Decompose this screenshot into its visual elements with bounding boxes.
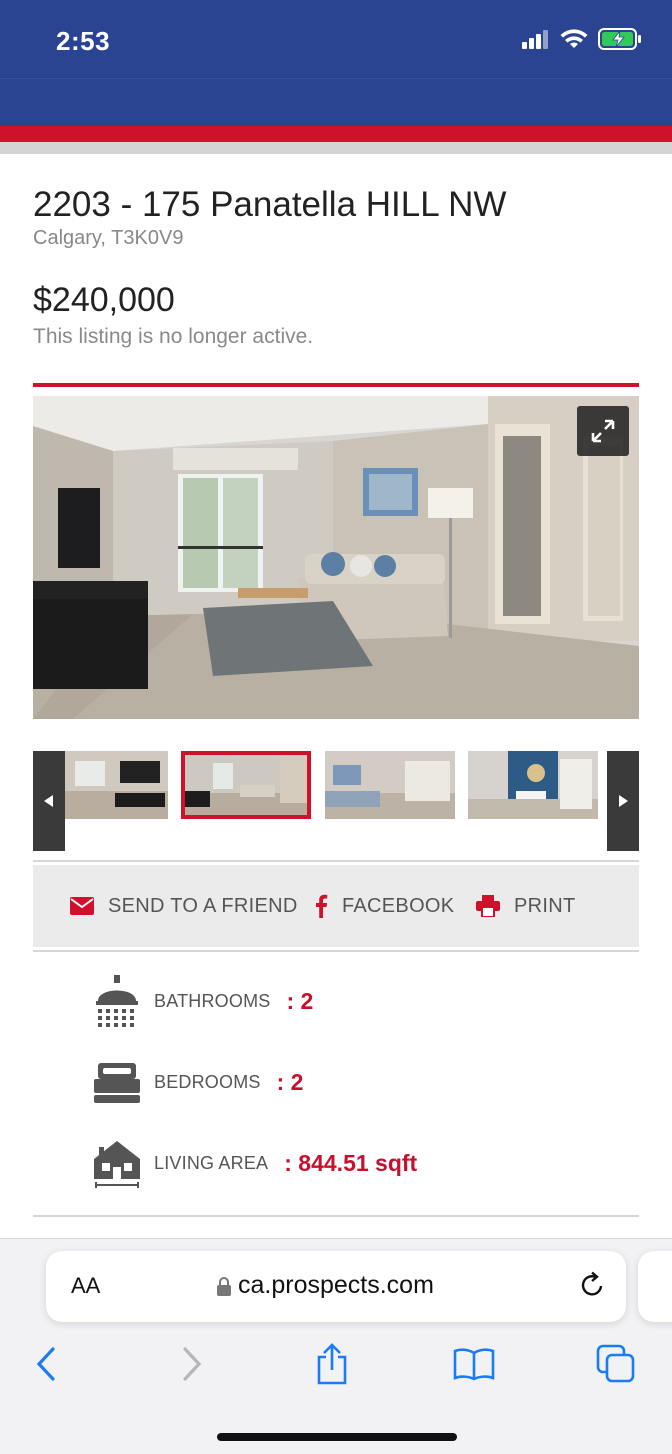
feature-value: : 2 [276,1068,304,1095]
lock-icon [217,1276,231,1296]
status-icons [522,28,642,50]
feature-bathrooms: BATHROOMS : 2 [92,971,313,1031]
tabs-button[interactable] [594,1342,638,1386]
thumbnail-4[interactable] [468,751,598,819]
chevron-right-icon [183,1347,202,1381]
thumbnails-prev-button[interactable] [33,751,65,851]
back-button[interactable] [24,1342,68,1386]
send-to-friend-label: SEND TO A FRIEND [108,894,298,917]
facebook-label: FACEBOOK [342,894,455,917]
wifi-icon [560,29,588,48]
print-button[interactable]: PRINT [476,865,576,947]
cellular-signal-icon [522,30,548,49]
caret-right-icon [619,795,628,807]
tabs-icon [596,1344,635,1383]
feature-label: BEDROOMS [154,1071,261,1092]
main-photo[interactable] [33,396,639,719]
printer-icon [476,895,500,917]
section-divider [33,383,639,387]
site-header [0,78,672,126]
url-text: ca.prospects.com [238,1271,434,1299]
reload-icon [581,1271,603,1296]
book-icon [453,1348,495,1381]
photo-thumbnails [33,751,639,851]
shower-icon [96,975,138,1027]
chevron-left-icon [36,1347,55,1381]
thumbnail-1[interactable] [65,751,168,819]
house-area-icon [94,1141,140,1188]
feature-label: BATHROOMS [154,990,271,1011]
divider [33,860,639,862]
share-icon [317,1343,347,1385]
feature-value: : 844.51 sqft [284,1149,418,1176]
header-red-stripe [0,126,672,142]
living-room-photo [33,396,639,719]
thumbnail-2[interactable] [181,751,311,819]
url-display[interactable]: ca.prospects.com [216,1271,434,1300]
text-size-button[interactable]: AA [71,1273,100,1299]
thumbnails-next-button[interactable] [607,751,639,851]
battery-charging-icon [598,28,641,50]
address-bar[interactable]: AA ca.prospects.com [46,1251,626,1322]
listing-status: This listing is no longer active. [33,325,314,348]
bookmarks-button[interactable] [452,1342,496,1386]
send-to-friend-button[interactable]: SEND TO A FRIEND [70,865,298,947]
feature-living-area: LIVING AREA : 844.51 sqft [92,1133,417,1193]
thumbnail-3[interactable] [325,751,455,819]
feature-value: : 2 [286,987,314,1014]
header-gray-stripe [0,142,672,154]
print-label: PRINT [514,894,576,917]
divider [33,1215,639,1217]
envelope-icon [70,897,94,915]
status-time: 2:53 [56,26,111,56]
listing-price: $240,000 [33,281,175,319]
caret-left-icon [44,795,53,807]
bed-icon [94,1063,140,1103]
home-indicator [217,1433,457,1441]
reload-button[interactable] [580,1271,606,1304]
divider [33,950,639,952]
share-button[interactable] [310,1342,354,1386]
feature-label: LIVING AREA [154,1152,269,1173]
next-tab-peek[interactable] [638,1251,672,1322]
status-bar: 2:53 [0,0,672,78]
expand-icon [591,419,615,443]
fullscreen-button[interactable] [577,406,629,456]
share-bar: SEND TO A FRIEND FACEBOOK PRINT [33,865,639,947]
forward-button[interactable] [170,1342,214,1386]
facebook-icon [316,894,328,918]
facebook-button[interactable]: FACEBOOK [314,865,454,947]
feature-bedrooms: BEDROOMS : 2 [92,1052,303,1112]
listing-address: 2203 - 175 Panatella HILL NW [33,185,507,224]
listing-city: Calgary, T3K0V9 [33,227,184,249]
